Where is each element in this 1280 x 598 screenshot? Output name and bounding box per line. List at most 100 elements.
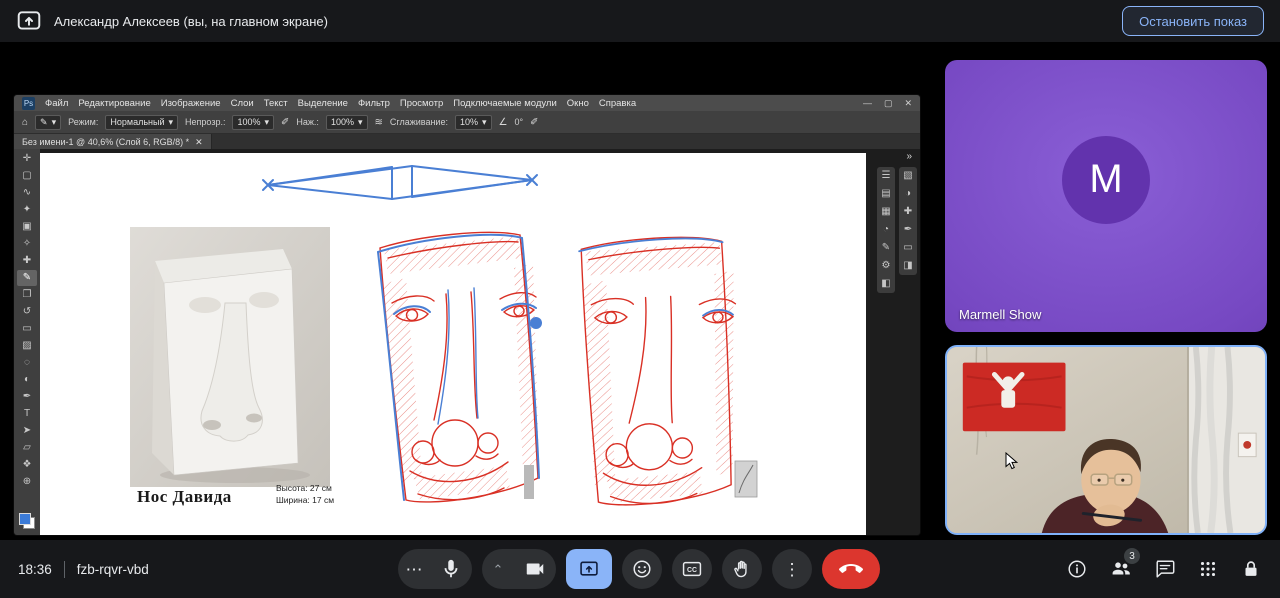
- photoshop-window: Ps Файл Редактирование Изображение Слои …: [14, 95, 920, 535]
- smoothing-value: 10%: [460, 116, 478, 129]
- avatar-initial: M: [1089, 157, 1122, 202]
- brush-tool-icon[interactable]: ✎: [17, 270, 37, 286]
- brush-angle-value[interactable]: 0°: [514, 117, 523, 127]
- tab-close-icon[interactable]: ✕: [195, 137, 203, 148]
- color-swatches[interactable]: [19, 513, 35, 529]
- window-maximize-button[interactable]: ▢: [884, 98, 893, 109]
- raise-hand-button[interactable]: [722, 549, 762, 589]
- meeting-details-button[interactable]: [1066, 558, 1088, 580]
- menu-item-image[interactable]: Изображение: [161, 98, 221, 109]
- brush-preset-picker[interactable]: ✎ ▾: [35, 115, 61, 130]
- camera-button[interactable]: [514, 558, 556, 580]
- hand-tool-icon[interactable]: ❖: [17, 457, 37, 473]
- mic-control-group: ⋯: [398, 549, 472, 589]
- pen-pressure-opacity-icon[interactable]: ✐: [281, 117, 289, 128]
- captions-button[interactable]: CC: [672, 549, 712, 589]
- dropdown-arrow-icon: ▾: [52, 116, 57, 129]
- stop-presenting-button[interactable]: Остановить показ: [1122, 6, 1264, 36]
- foreground-color-swatch[interactable]: [19, 513, 31, 525]
- blur-tool-icon[interactable]: ◌: [17, 355, 37, 371]
- mode-value: Нормальный: [110, 116, 164, 129]
- menu-item-filter[interactable]: Фильтр: [358, 98, 390, 109]
- camera-options-button[interactable]: ⌃: [482, 563, 514, 576]
- more-audio-options-button[interactable]: ⋯: [398, 561, 430, 578]
- present-screen-icon: [579, 559, 599, 579]
- participant-tile-self-webcam[interactable]: [945, 345, 1267, 535]
- mic-button[interactable]: [430, 558, 472, 580]
- gradient-tool-icon[interactable]: ▨: [17, 338, 37, 354]
- home-icon[interactable]: ⌂: [22, 117, 28, 128]
- menu-item-layers[interactable]: Слои: [231, 98, 254, 109]
- presenter-label: Александр Алексеев (вы, на главном экран…: [54, 14, 328, 29]
- flow-label: Наж.:: [296, 117, 319, 127]
- participants-rail: M Marmell Show: [940, 42, 1280, 540]
- document-tab[interactable]: Без имени-1 @ 40,6% (Слой 6, RGB/8) * ✕: [14, 134, 212, 150]
- panel-icon[interactable]: ◑: [905, 188, 911, 200]
- participant-tile-marmell[interactable]: M Marmell Show: [945, 60, 1267, 332]
- ps-canvas-document[interactable]: Нос Давида Высота: 27 см Ширина: 17 см: [40, 153, 866, 535]
- menu-item-window[interactable]: Окно: [567, 98, 589, 109]
- participants-button[interactable]: 3: [1109, 557, 1133, 581]
- pen-pressure-size-icon[interactable]: ✐: [530, 117, 538, 128]
- marquee-tool-icon[interactable]: ▢: [17, 168, 37, 184]
- panel-icon[interactable]: ◧: [881, 278, 890, 290]
- zoom-tool-icon[interactable]: ⊕: [17, 474, 37, 490]
- flow-value: 100%: [331, 116, 354, 129]
- panel-icon[interactable]: ▧: [903, 170, 912, 182]
- airbrush-icon[interactable]: ≋: [375, 117, 383, 128]
- shape-tool-icon[interactable]: ▱: [17, 440, 37, 456]
- menu-item-edit[interactable]: Редактирование: [78, 98, 150, 109]
- panel-icon[interactable]: ⚙: [882, 260, 891, 272]
- ps-menu-bar: Ps Файл Редактирование Изображение Слои …: [14, 95, 920, 111]
- clone-stamp-tool-icon[interactable]: ❐: [17, 287, 37, 303]
- document-tab-title: Без имени-1 @ 40,6% (Слой 6, RGB/8) *: [22, 137, 189, 147]
- artwork-caption-title: Нос Давида: [137, 487, 232, 506]
- meet-app: Александр Алексеев (вы, на главном экран…: [0, 0, 1280, 598]
- present-screen-button[interactable]: [566, 549, 612, 589]
- dodge-tool-icon[interactable]: ◐: [17, 372, 37, 388]
- divider: [64, 561, 65, 578]
- panel-icon[interactable]: ▦: [881, 206, 890, 218]
- menu-item-plugins[interactable]: Подключаемые модули: [453, 98, 557, 109]
- panel-icon[interactable]: ◨: [903, 260, 912, 272]
- smoothing-select[interactable]: 10% ▾: [455, 115, 492, 130]
- reactions-button[interactable]: [622, 549, 662, 589]
- more-options-button[interactable]: ⋮: [772, 549, 812, 589]
- end-call-button[interactable]: [822, 549, 880, 589]
- collapse-panels-icon[interactable]: »: [906, 151, 912, 162]
- history-brush-tool-icon[interactable]: ↺: [17, 304, 37, 320]
- crop-tool-icon[interactable]: ▣: [17, 219, 37, 235]
- participant-name: Marmell Show: [959, 307, 1041, 322]
- window-close-button[interactable]: ✕: [904, 98, 912, 109]
- panel-icon[interactable]: ✚: [904, 206, 912, 218]
- host-controls-button[interactable]: [1240, 558, 1262, 580]
- pen-tool-icon[interactable]: ✒: [17, 389, 37, 405]
- healing-brush-tool-icon[interactable]: ✚: [17, 253, 37, 269]
- path-select-tool-icon[interactable]: ➤: [17, 423, 37, 439]
- eyedropper-tool-icon[interactable]: ✧: [17, 236, 37, 252]
- panel-icon[interactable]: ▤: [881, 188, 890, 200]
- panel-icon[interactable]: ✎: [882, 242, 890, 254]
- opacity-select[interactable]: 100% ▾: [232, 115, 274, 130]
- panel-icon[interactable]: ✒: [904, 224, 912, 236]
- flow-select[interactable]: 100% ▾: [326, 115, 368, 130]
- panel-icon[interactable]: ◔: [883, 224, 889, 236]
- type-tool-icon[interactable]: T: [17, 406, 37, 422]
- menu-item-type[interactable]: Текст: [264, 98, 288, 109]
- camera-icon: [524, 558, 546, 580]
- menu-item-file[interactable]: Файл: [45, 98, 68, 109]
- menu-item-select[interactable]: Выделение: [298, 98, 348, 109]
- activities-button[interactable]: [1197, 558, 1219, 580]
- chat-button[interactable]: [1154, 558, 1176, 580]
- quick-selection-tool-icon[interactable]: ✦: [17, 202, 37, 218]
- panel-icon[interactable]: ☰: [882, 170, 891, 182]
- mode-select[interactable]: Нормальный ▾: [105, 115, 178, 130]
- panel-icon[interactable]: ▭: [903, 242, 912, 254]
- menu-item-view[interactable]: Просмотр: [400, 98, 443, 109]
- menu-item-help[interactable]: Справка: [599, 98, 636, 109]
- window-minimize-button[interactable]: —: [863, 98, 872, 109]
- move-tool-icon[interactable]: ✛: [17, 151, 37, 167]
- eraser-tool-icon[interactable]: ▭: [17, 321, 37, 337]
- brush-preset-icon: ✎: [40, 116, 48, 129]
- lasso-tool-icon[interactable]: ∿: [17, 185, 37, 201]
